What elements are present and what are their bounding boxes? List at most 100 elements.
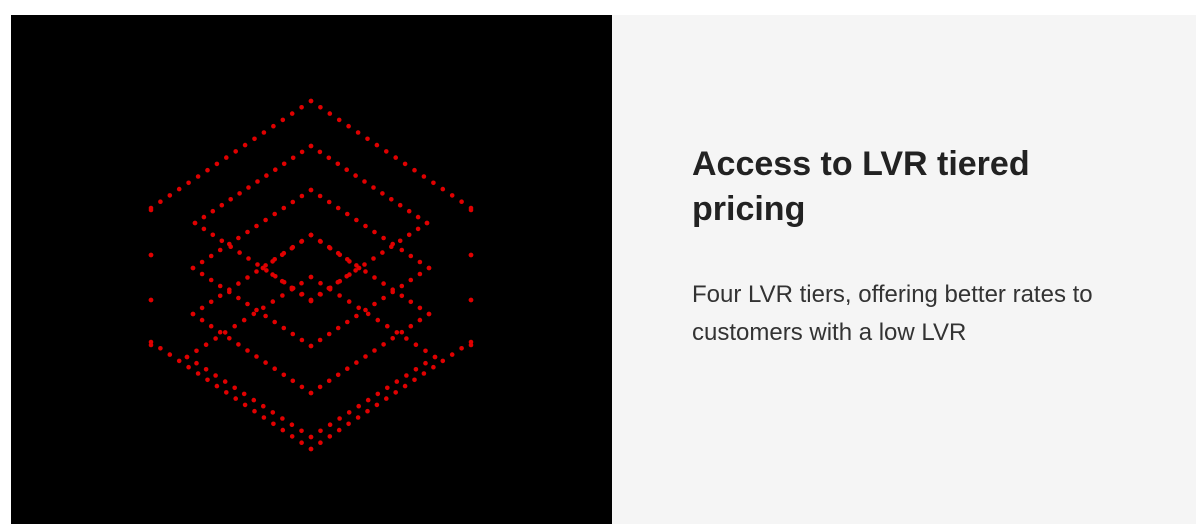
tier-dot xyxy=(186,364,191,370)
tier-dot xyxy=(365,311,371,317)
tier-dot xyxy=(280,427,286,433)
tier-dot xyxy=(335,372,341,378)
tier-dot xyxy=(158,346,163,351)
tier-dot xyxy=(242,402,248,408)
feature-title: Access to LVR tiered pricing xyxy=(692,145,1030,229)
tier-dot xyxy=(393,390,399,395)
tier-dot xyxy=(254,223,259,229)
tier-dot xyxy=(362,179,367,184)
tier-dot xyxy=(362,262,367,267)
tier-dot xyxy=(393,155,399,160)
tier-dot xyxy=(390,287,396,293)
tier-dot xyxy=(289,285,295,291)
tier-dot xyxy=(242,142,248,148)
tier-dot xyxy=(431,364,436,370)
tier-dot xyxy=(390,336,396,341)
tier-dot xyxy=(417,317,423,323)
tier-dot xyxy=(381,235,386,241)
tier-dot xyxy=(233,149,238,154)
tier-dot xyxy=(424,220,430,226)
tier-dot xyxy=(261,403,266,409)
tier-dot xyxy=(346,299,352,304)
tier-dot xyxy=(148,342,154,348)
tier-dot xyxy=(261,305,266,311)
tier-dot xyxy=(417,305,423,311)
tier-dot xyxy=(354,313,359,319)
tier-dot xyxy=(299,440,304,446)
tier-dot xyxy=(390,241,396,247)
tier-dot xyxy=(233,396,238,401)
tier-dot xyxy=(299,193,305,199)
tier-dot xyxy=(318,440,323,446)
tier-dot xyxy=(251,311,257,317)
tier-dot xyxy=(148,207,154,213)
tier-dot xyxy=(264,173,269,178)
tier-dot xyxy=(224,390,229,395)
tier-dot xyxy=(272,211,278,217)
tier-dot xyxy=(203,367,209,372)
tier-dot xyxy=(431,180,436,186)
tier-dot xyxy=(289,245,295,251)
tier-dot xyxy=(236,295,241,301)
tier-dot xyxy=(356,305,362,311)
tier-dot xyxy=(355,415,361,420)
tier-dot xyxy=(374,142,380,148)
tier-dot xyxy=(279,278,285,284)
tier-dot xyxy=(336,427,342,433)
tier-dot xyxy=(205,167,210,173)
tier-dot xyxy=(345,319,350,325)
tier-dot xyxy=(241,317,247,323)
tier-dot xyxy=(375,317,381,323)
tier-dot xyxy=(363,269,368,274)
tier-dot xyxy=(374,402,380,408)
tier-dot xyxy=(406,208,412,214)
tier-dot xyxy=(318,239,323,244)
tier-dot xyxy=(365,136,370,142)
tier-dot xyxy=(327,434,333,439)
tier-dot xyxy=(237,191,242,196)
tier-dot xyxy=(399,293,405,299)
tier-dot xyxy=(408,253,414,259)
tier-dot xyxy=(371,256,376,261)
tier-dot xyxy=(236,281,241,286)
tier-dot xyxy=(272,366,278,372)
tier-dot xyxy=(290,199,296,205)
tier-dot xyxy=(261,130,267,135)
tier-dot xyxy=(263,217,268,223)
tier-dot xyxy=(237,250,242,255)
tier-dot xyxy=(167,193,173,198)
tier-dot xyxy=(255,262,260,267)
tier-dot xyxy=(336,117,342,123)
tier-dot xyxy=(440,186,446,192)
feature-illustration xyxy=(11,15,612,524)
tier-dot xyxy=(399,283,405,289)
tier-dot xyxy=(194,348,199,354)
tier-dot xyxy=(236,235,241,241)
tier-dot xyxy=(167,352,173,357)
tier-dot xyxy=(271,421,276,427)
tier-dot xyxy=(281,325,287,331)
tier-dot xyxy=(308,232,314,238)
tier-dot xyxy=(232,323,237,329)
tier-dot xyxy=(326,331,332,337)
tier-dot xyxy=(214,161,220,167)
tier-dot xyxy=(353,173,358,178)
tier-dot xyxy=(280,117,286,123)
tier-dot xyxy=(261,415,267,420)
tier-dot xyxy=(372,229,377,235)
tier-dot xyxy=(280,293,285,298)
feature-description: Four LVR tiers, offering better rates to… xyxy=(692,281,1093,346)
tier-dot xyxy=(318,280,323,286)
tier-dot xyxy=(227,241,232,247)
tier-dot xyxy=(347,259,352,264)
tier-dot xyxy=(201,226,207,232)
tier-dot xyxy=(246,185,251,190)
tier-dot xyxy=(397,238,403,244)
tier-dot xyxy=(148,297,154,303)
stacked-tiers-icon xyxy=(148,98,474,452)
tier-dot xyxy=(308,390,314,396)
tier-dot xyxy=(299,292,304,297)
tier-dot xyxy=(279,252,285,258)
tier-dot xyxy=(217,247,223,253)
tier-dot xyxy=(375,391,381,397)
